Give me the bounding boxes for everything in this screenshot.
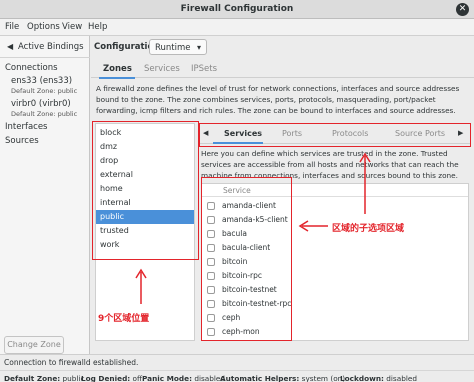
active-bindings-panel: ◀ Active Bindings Connections ens33 (ens… xyxy=(0,36,90,354)
automatic-helpers-label: Automatic Helpers: xyxy=(220,374,300,382)
main-tabs: Zones Services IPSets xyxy=(91,60,474,78)
annotation-subtabs-note: 区域的子选项区域 xyxy=(332,224,405,234)
configuration-dropdown[interactable]: Runtime ▾ xyxy=(149,39,207,55)
zone-description: A firewalld zone defines the level of tr… xyxy=(96,84,460,115)
annotation-subtabs-box xyxy=(199,123,471,147)
log-denied-label: Log Denied: xyxy=(81,374,131,382)
connection-status: Connection to firewalld established. xyxy=(4,358,139,367)
connection-ens33[interactable]: ens33 (ens33) xyxy=(11,76,72,86)
sources-heading: Sources xyxy=(5,136,39,146)
log-denied-value: off xyxy=(132,374,143,382)
window-titlebar: Firewall Configuration ✕ xyxy=(0,0,474,19)
menu-options[interactable]: Options xyxy=(27,22,60,32)
tab-zones[interactable]: Zones xyxy=(103,64,132,74)
active-bindings-label: Active Bindings xyxy=(18,42,84,52)
chevron-down-icon: ▾ xyxy=(196,43,201,52)
connection-virbr0-zone: Default Zone: public xyxy=(11,110,78,118)
close-icon[interactable]: ✕ xyxy=(456,3,469,16)
tab-ipsets[interactable]: IPSets xyxy=(191,64,217,74)
default-zone-label: Default Zone: xyxy=(4,374,61,382)
interfaces-heading: Interfaces xyxy=(5,122,48,132)
menu-help[interactable]: Help xyxy=(88,22,107,32)
active-bindings-toggle[interactable]: ◀ Active Bindings xyxy=(0,36,90,58)
connection-virbr0[interactable]: virbr0 (virbr0) xyxy=(11,99,71,109)
menu-bar: File Options View Help xyxy=(0,19,474,36)
lockdown-label: Lockdown: xyxy=(340,374,384,382)
chevron-left-icon: ◀ xyxy=(7,42,14,51)
connections-heading: Connections xyxy=(5,63,58,73)
annotation-services-box xyxy=(201,177,292,341)
panic-mode-label: Panic Mode: xyxy=(142,374,193,382)
annotation-zones-box xyxy=(92,121,199,260)
annotation-zones-note: 9个区域位置 xyxy=(98,314,150,324)
configuration-value: Runtime xyxy=(155,43,191,53)
active-tab-indicator xyxy=(99,77,135,79)
window-title: Firewall Configuration xyxy=(180,4,294,14)
lockdown-value: disabled xyxy=(386,374,417,382)
status-bar: Connection to firewalld established. Def… xyxy=(0,354,474,382)
configuration-row: Configuration: Runtime ▾ xyxy=(91,36,474,58)
connection-ens33-zone: Default Zone: public xyxy=(11,87,78,95)
automatic-helpers-value: system (on) xyxy=(301,374,346,382)
change-zone-button[interactable]: Change Zone xyxy=(4,336,64,354)
menu-file[interactable]: File xyxy=(5,22,19,32)
menu-view[interactable]: View xyxy=(62,22,82,32)
tab-services[interactable]: Services xyxy=(144,64,180,74)
status-details: Default Zone: public Log Denied: off Pan… xyxy=(0,370,474,382)
